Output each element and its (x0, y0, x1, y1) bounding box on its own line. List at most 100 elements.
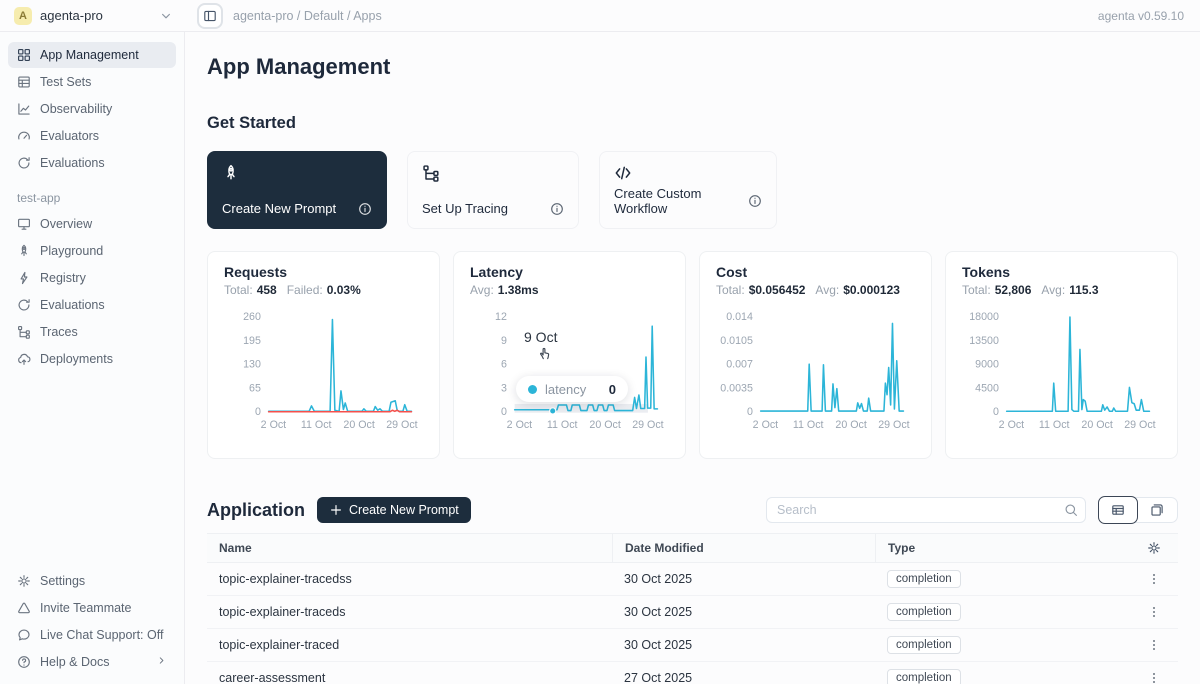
svg-text:195: 195 (243, 335, 261, 347)
svg-text:0: 0 (747, 406, 753, 418)
svg-text:18000: 18000 (969, 311, 999, 323)
branch-icon (422, 164, 564, 182)
info-icon (358, 202, 372, 216)
plus-icon (329, 503, 343, 517)
sidebar-item-traces[interactable]: Traces (8, 319, 176, 345)
sidebar-item-deployments[interactable]: Deployments (8, 346, 176, 372)
stat-card-title: Cost (716, 264, 915, 280)
svg-text:2 Oct: 2 Oct (999, 419, 1025, 431)
stat-card-title: Tokens (962, 264, 1161, 280)
sidebar-item-overview[interactable]: Overview (8, 211, 176, 237)
app-date-modified: 30 Oct 2025 (612, 605, 875, 619)
table-row[interactable]: topic-explainer-traceds 30 Oct 2025 comp… (207, 596, 1178, 629)
sidebar-item-evaluations[interactable]: Evaluations (8, 292, 176, 318)
create-new-prompt-button[interactable]: Create New Prompt (317, 497, 471, 523)
workspace-name: agenta-pro (40, 8, 103, 23)
help-icon (17, 655, 31, 669)
get-started-heading: Get Started (207, 114, 1178, 133)
rocket-icon (222, 164, 372, 182)
sidebar-item-test-sets[interactable]: Test Sets (8, 69, 176, 95)
svg-text:4500: 4500 (975, 382, 999, 394)
svg-text:9000: 9000 (975, 359, 999, 371)
svg-text:12: 12 (495, 311, 507, 323)
stat-card-metrics: Total:$0.056452Avg:$0.000123 (716, 283, 915, 297)
svg-text:29 Oct: 29 Oct (632, 419, 663, 431)
table-row[interactable]: topic-explainer-traced 30 Oct 2025 compl… (207, 629, 1178, 662)
line-chart: 00.00350.0070.01050.0142 Oct11 Oct20 Oct… (716, 303, 915, 437)
sidebar-item-invite-teammate[interactable]: Invite Teammate (8, 595, 176, 621)
stat-card-title: Requests (224, 264, 423, 280)
table-row[interactable]: career-assessment 27 Oct 2025 completion (207, 662, 1178, 684)
sidebar-item-app-management[interactable]: App Management (8, 42, 176, 68)
testsets-icon (17, 75, 31, 89)
svg-text:2 Oct: 2 Oct (261, 419, 287, 431)
stat-card-metrics: Total:458Failed:0.03% (224, 283, 423, 297)
search-box (766, 497, 1086, 523)
svg-text:0: 0 (255, 406, 261, 418)
workspace-switcher[interactable]: A agenta-pro (0, 7, 185, 25)
dots-vertical-icon[interactable] (1147, 671, 1161, 684)
chevron-right-icon (156, 655, 167, 669)
sidebar-item-settings[interactable]: Settings (8, 568, 176, 594)
app-date-modified: 27 Oct 2025 (612, 671, 875, 684)
sidebar-item-observability[interactable]: Observability (8, 96, 176, 122)
line-chart: 0369122 Oct11 Oct20 Oct29 Oct (470, 303, 669, 437)
column-header-type[interactable]: Type (875, 534, 1130, 562)
table-view-icon[interactable] (1098, 496, 1138, 524)
svg-text:11 Oct: 11 Oct (1039, 419, 1070, 431)
bolt-icon (17, 271, 31, 285)
column-header-date-modified[interactable]: Date Modified (612, 534, 875, 562)
get-started-card-create-custom-workflow[interactable]: Create Custom Workflow (599, 151, 777, 229)
gear-icon[interactable] (1147, 541, 1161, 555)
get-started-card-create-new-prompt[interactable]: Create New Prompt (207, 151, 387, 229)
stat-card-tokens: Tokens Total:52,806Avg:115.3 04500900013… (945, 251, 1178, 459)
sidebar-item-help-docs[interactable]: Help & Docs (8, 649, 176, 675)
app-date-modified: 30 Oct 2025 (612, 638, 875, 652)
sidebar-item-playground[interactable]: Playground (8, 238, 176, 264)
branch-icon (17, 325, 31, 339)
workspace-avatar: A (14, 7, 32, 25)
dots-vertical-icon[interactable] (1147, 638, 1161, 652)
svg-text:11 Oct: 11 Oct (793, 419, 824, 431)
sidebar-item-evaluators[interactable]: Evaluators (8, 123, 176, 149)
sidebar-item-registry[interactable]: Registry (8, 265, 176, 291)
app-name: topic-explainer-traced (207, 638, 612, 652)
svg-text:0.0105: 0.0105 (720, 335, 753, 347)
breadcrumb[interactable]: agenta-pro / Default / Apps (233, 9, 382, 23)
main-content: App Management Get Started Create New Pr… (185, 32, 1200, 684)
panel-icon[interactable] (197, 3, 223, 29)
search-icon (1064, 503, 1078, 517)
dots-vertical-icon[interactable] (1147, 605, 1161, 619)
svg-text:0.0035: 0.0035 (720, 382, 753, 394)
svg-text:0.007: 0.007 (726, 359, 753, 371)
stat-card-latency: Latency Avg:1.38ms 0369122 Oct11 Oct20 O… (453, 251, 686, 459)
type-badge: completion (887, 603, 961, 621)
stat-card-metrics: Total:52,806Avg:115.3 (962, 283, 1161, 297)
svg-text:3: 3 (501, 382, 507, 394)
app-version: agenta v0.59.10 (1098, 9, 1200, 23)
sidebar-item-evaluations[interactable]: Evaluations (8, 150, 176, 176)
card-view-icon[interactable] (1137, 497, 1177, 523)
type-badge: completion (887, 669, 961, 684)
sidebar-section-label: test-app (17, 191, 176, 205)
column-header-name[interactable]: Name (207, 541, 612, 555)
svg-text:13500: 13500 (969, 335, 999, 347)
svg-text:29 Oct: 29 Oct (878, 419, 909, 431)
top-bar: A agenta-pro agenta-pro / Default / Apps… (0, 0, 1200, 32)
stat-card-metrics: Avg:1.38ms (470, 283, 669, 297)
sync-icon (17, 298, 31, 312)
stat-card-title: Latency (470, 264, 669, 280)
info-icon (748, 194, 762, 208)
svg-text:20 Oct: 20 Oct (589, 419, 620, 431)
code-icon (614, 164, 762, 182)
table-row[interactable]: topic-explainer-tracedss 30 Oct 2025 com… (207, 563, 1178, 596)
get-started-card-set-up-tracing[interactable]: Set Up Tracing (407, 151, 579, 229)
sidebar-item-live-chat-support-off[interactable]: Live Chat Support: Off (8, 622, 176, 648)
svg-text:11 Oct: 11 Oct (301, 419, 332, 431)
search-input[interactable] (766, 497, 1086, 523)
app-name: career-assessment (207, 671, 612, 684)
svg-text:20 Oct: 20 Oct (343, 419, 374, 431)
rocket-icon (17, 244, 31, 258)
view-toggle (1098, 497, 1178, 523)
dots-vertical-icon[interactable] (1147, 572, 1161, 586)
